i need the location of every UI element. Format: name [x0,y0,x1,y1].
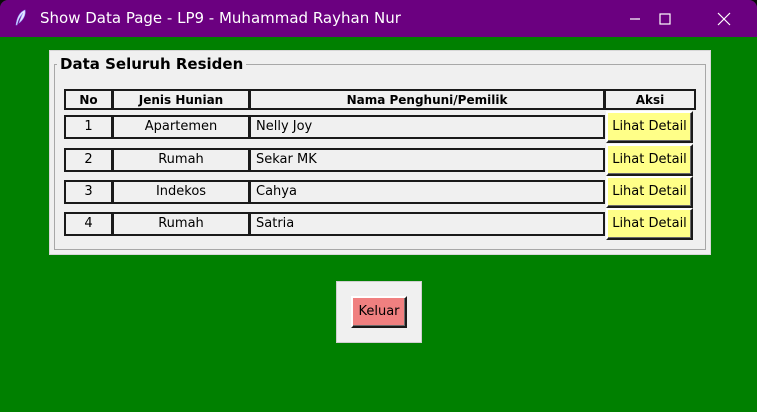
row-4-jenis: Rumah [112,212,250,236]
maximize-icon [659,12,671,25]
row-1-detail-button[interactable]: Lihat Detail [606,111,693,143]
header-aksi: Aksi [604,89,696,110]
title-bar[interactable]: Show Data Page - LP9 - Muhammad Rayhan N… [0,0,757,37]
maximize-button[interactable] [636,0,694,37]
window-content: Data Seluruh Residen No Jenis Hunian Nam… [4,37,753,412]
row-3-nama: Cahya [249,180,605,204]
row-1-nama: Nelly Joy [249,115,605,139]
header-jenis-hunian: Jenis Hunian [112,89,250,110]
row-2-jenis: Rumah [112,148,250,172]
row-4-detail-button[interactable]: Lihat Detail [606,208,693,240]
exit-button-frame: Keluar [336,281,422,343]
header-nama: Nama Penghuni/Pemilik [249,89,605,110]
row-3-jenis: Indekos [112,180,250,204]
row-4-nama: Satria [249,212,605,236]
exit-button[interactable]: Keluar [351,296,407,328]
row-2-nama: Sekar MK [249,148,605,172]
row-3-no: 3 [64,180,113,204]
header-no: No [64,89,113,110]
close-icon [717,12,731,25]
row-2-no: 2 [64,148,113,172]
residents-panel: Data Seluruh Residen No Jenis Hunian Nam… [49,50,711,255]
window-title: Show Data Page - LP9 - Muhammad Rayhan N… [40,9,401,27]
close-button[interactable] [695,0,753,37]
row-1-jenis: Apartemen [112,115,250,139]
app-window: Show Data Page - LP9 - Muhammad Rayhan N… [0,0,757,412]
row-1-no: 1 [64,115,113,139]
group-legend: Data Seluruh Residen [57,54,247,74]
row-2-detail-button[interactable]: Lihat Detail [606,144,693,176]
feather-icon [15,9,26,26]
row-3-detail-button[interactable]: Lihat Detail [606,176,693,208]
row-4-no: 4 [64,212,113,236]
